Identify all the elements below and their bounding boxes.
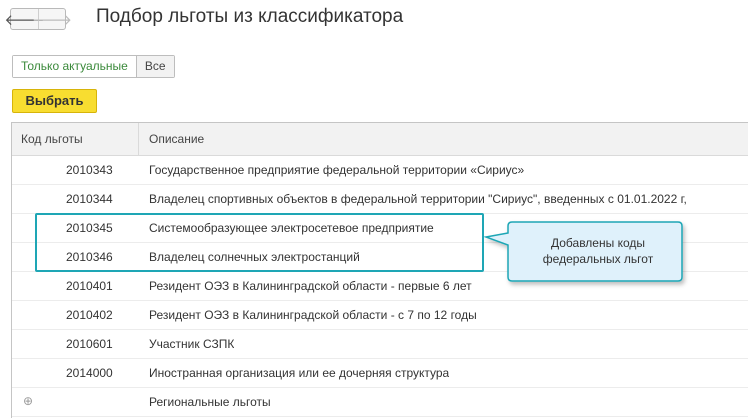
row-description: Резидент ОЭЗ в Калининградской области -…: [149, 279, 472, 293]
row-description: Региональные льготы: [149, 395, 271, 409]
table-row[interactable]: 2010344 Владелец спортивных объектов в ф…: [12, 185, 748, 214]
row-description: Иностранная организация или ее дочерняя …: [149, 366, 450, 380]
table-row[interactable]: 2010343 Государственное предприятие феде…: [12, 156, 748, 185]
row-code: 2010343: [66, 163, 113, 177]
page-title: Подбор льготы из классификатора: [96, 6, 404, 27]
row-code: 2010344: [66, 192, 113, 206]
forward-arrow-glyph: 🡒: [31, 11, 73, 29]
table-row[interactable]: 2014000 Иностранная организация или ее д…: [12, 359, 748, 388]
table-row[interactable]: 2010601 Участник СЗПК: [12, 330, 748, 359]
table-header: Код льготы Описание: [12, 123, 748, 156]
row-description: Участник СЗПК: [149, 337, 235, 351]
callout-text: Добавлены коды федеральных льгот: [542, 236, 654, 266]
row-code: 2010401: [66, 279, 113, 293]
select-button[interactable]: Выбрать: [12, 89, 97, 113]
table-row[interactable]: 2010402 Резидент ОЭЗ в Калининградской о…: [12, 301, 748, 330]
actuality-filter: Только актуальные Все: [12, 55, 175, 78]
filter-option-actual[interactable]: Только актуальные: [13, 56, 136, 77]
row-code: 2014000: [66, 366, 113, 380]
row-description: Владелец спортивных объектов в федеральн…: [149, 192, 687, 206]
row-code: 2010402: [66, 308, 113, 322]
filter-option-all[interactable]: Все: [135, 56, 174, 77]
row-description: Государственное предприятие федеральной …: [149, 163, 525, 177]
table-row-group-regional[interactable]: ⊕ Региональные льготы: [12, 388, 748, 417]
expand-plus-icon[interactable]: ⊕: [23, 395, 34, 407]
highlight-frame: [35, 213, 484, 272]
forward-arrow-icon[interactable]: 🡒: [32, 9, 72, 29]
column-header-description[interactable]: Описание: [139, 123, 204, 155]
row-code: 2010601: [66, 337, 113, 351]
navigation-buttons: 🡐 🡒: [4, 8, 72, 30]
row-code: ⊕: [12, 388, 139, 416]
callout-note: Добавлены коды федеральных льгот: [483, 219, 684, 283]
row-description: Резидент ОЭЗ в Калининградской области -…: [149, 308, 477, 322]
column-header-code[interactable]: Код льготы: [12, 123, 139, 155]
